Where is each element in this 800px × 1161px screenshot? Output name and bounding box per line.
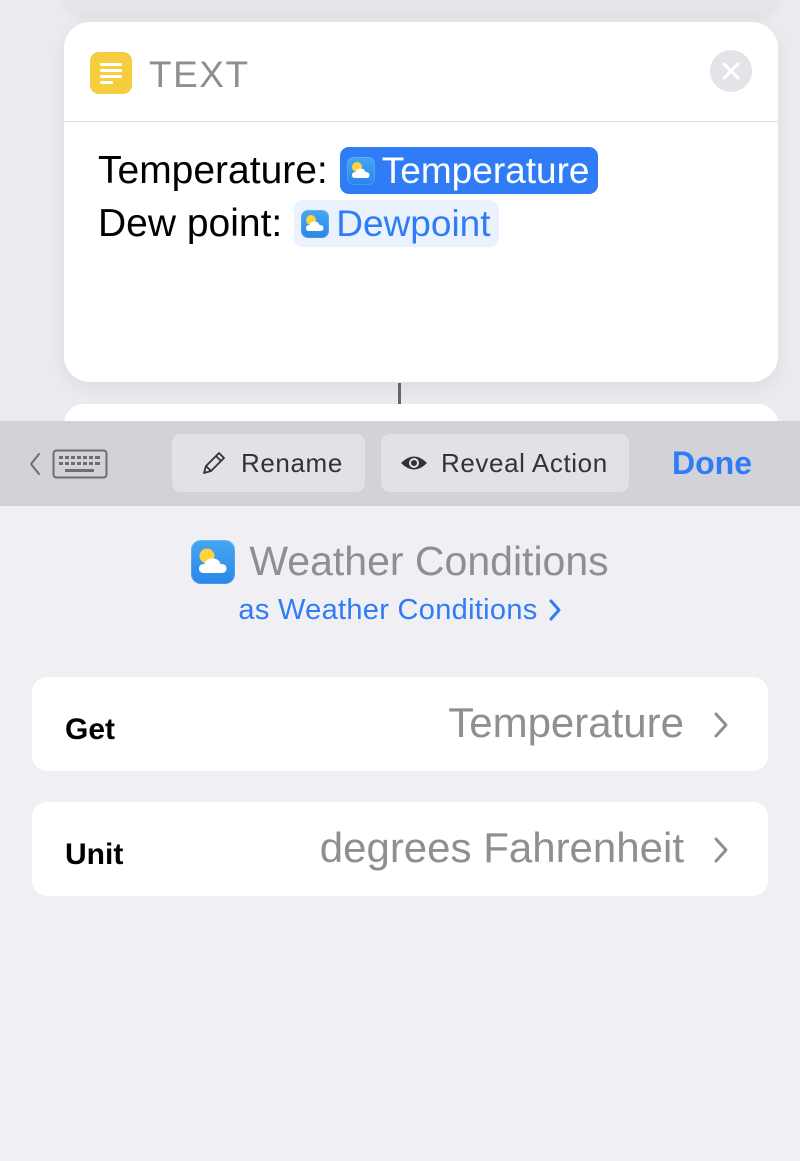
text-action-body[interactable]: Temperature: Temperature Dew point: Dewp…: [64, 122, 778, 250]
keyboard-toolbar: Rename Reveal Action Done: [0, 421, 800, 506]
previous-action-card[interactable]: [64, 0, 778, 14]
unit-label: Unit: [65, 838, 124, 871]
reveal-action-button[interactable]: Reveal Action: [381, 434, 629, 492]
chevron-left-icon[interactable]: [28, 451, 42, 477]
text-action-icon: [90, 52, 132, 94]
temperature-label: Temperature:: [98, 149, 328, 192]
variable-title: Weather Conditions: [0, 538, 800, 585]
variable-type-link[interactable]: as Weather Conditions: [0, 594, 800, 630]
variable-settings-sheet: Weather Conditions as Weather Conditions…: [0, 506, 800, 1161]
variable-type-label: as Weather Conditions: [238, 594, 538, 626]
next-action-card[interactable]: [64, 404, 778, 421]
dewpoint-token-label: Dewpoint: [336, 203, 491, 244]
chevron-right-icon: [714, 712, 728, 738]
temperature-variable-token[interactable]: Temperature: [339, 147, 598, 194]
dewpoint-label: Dew point:: [98, 202, 283, 245]
action-connector: [398, 383, 401, 405]
variable-name: Weather Conditions: [249, 538, 609, 584]
temperature-token-label: Temperature: [381, 150, 590, 191]
keyboard-icon[interactable]: [52, 449, 108, 479]
done-button[interactable]: Done: [672, 445, 752, 482]
text-action-title: TEXT: [149, 54, 250, 95]
unit-value: degrees Fahrenheit: [319, 824, 684, 871]
get-value: Temperature: [448, 699, 684, 746]
text-action-card[interactable]: TEXT Temperature: Temperature Dew point:…: [64, 22, 778, 382]
close-icon[interactable]: [710, 50, 752, 92]
text-action-header: TEXT: [64, 22, 778, 122]
weather-icon: [301, 209, 330, 238]
rename-button[interactable]: Rename: [172, 434, 365, 492]
unit-row[interactable]: Unit degrees Fahrenheit: [32, 802, 768, 896]
dewpoint-variable-token[interactable]: Dewpoint: [294, 200, 499, 247]
editor-canvas: TEXT Temperature: Temperature Dew point:…: [0, 0, 800, 421]
get-property-row[interactable]: Get Temperature: [32, 677, 768, 771]
reveal-action-label: Reveal Action: [441, 447, 608, 478]
weather-icon: [191, 539, 236, 584]
pencil-icon: [199, 448, 229, 478]
text-line-temperature: Temperature: Temperature: [98, 144, 778, 197]
weather-icon: [346, 156, 375, 185]
rename-label: Rename: [241, 447, 343, 478]
text-line-dewpoint: Dew point: Dewpoint: [98, 197, 778, 250]
chevron-right-icon: [714, 837, 728, 863]
get-label: Get: [65, 713, 116, 746]
chevron-right-icon: [548, 597, 562, 630]
eye-icon: [399, 452, 429, 474]
